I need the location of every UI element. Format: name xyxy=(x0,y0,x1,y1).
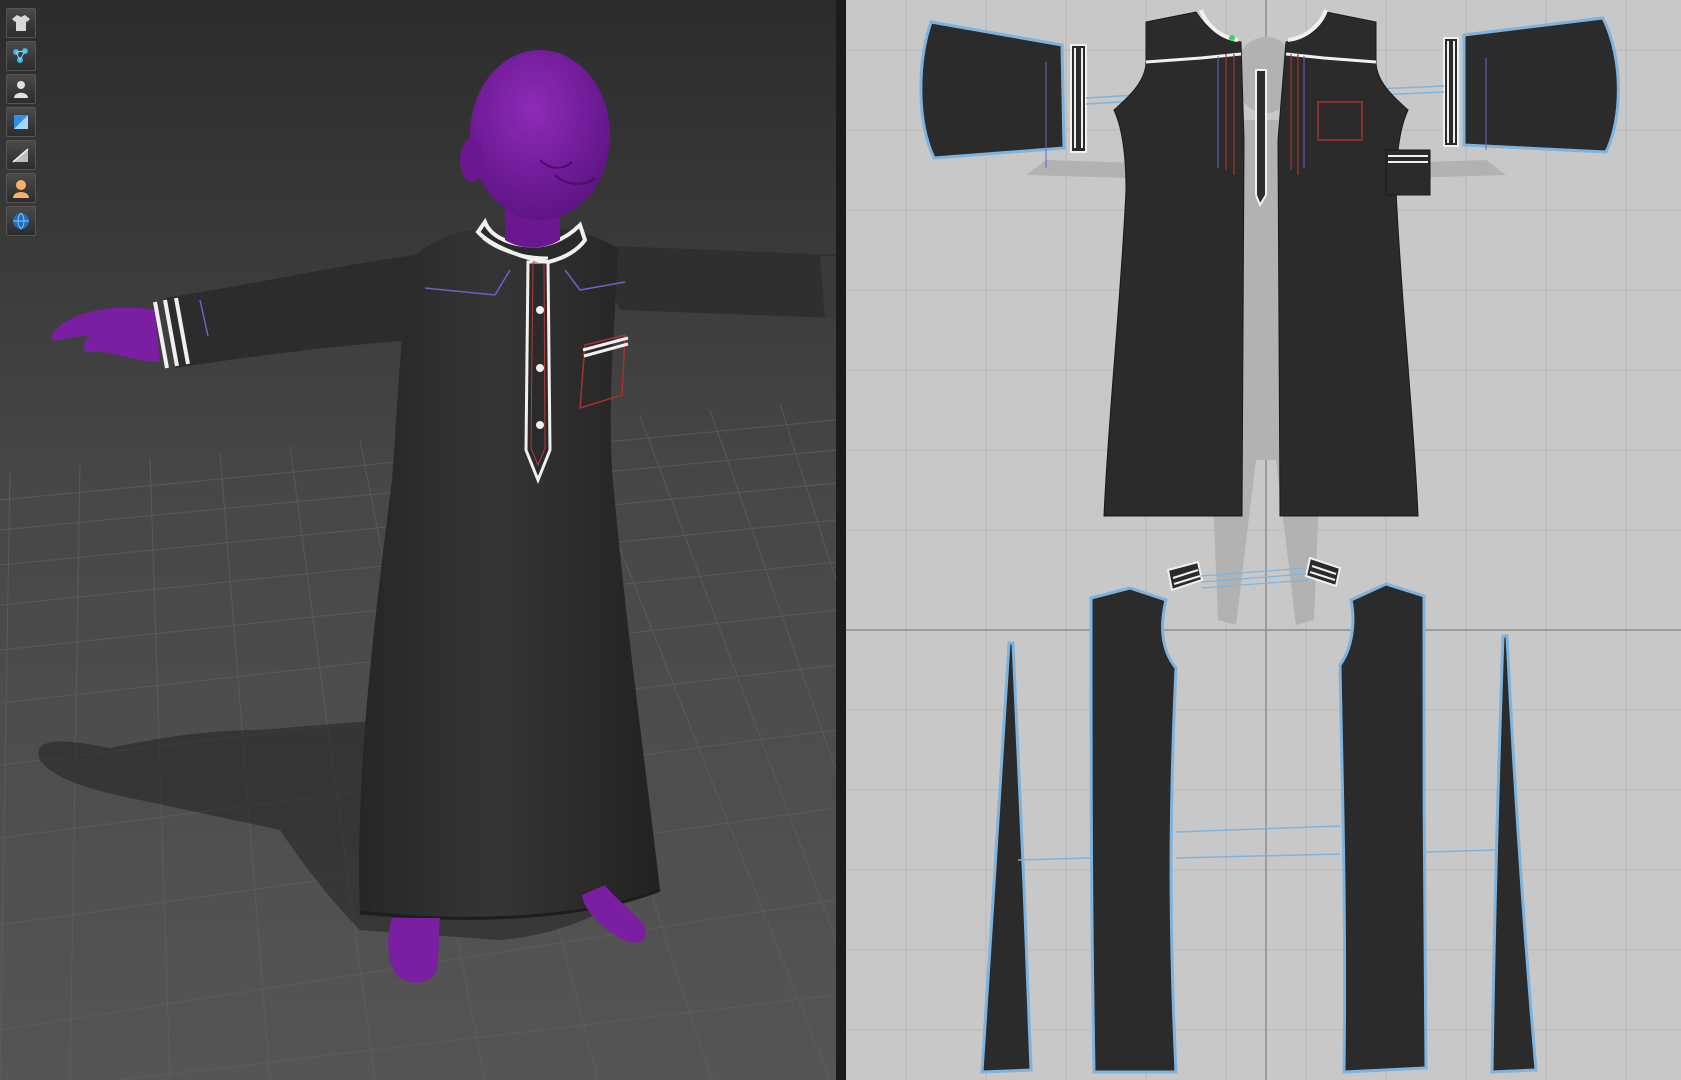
pattern-piece-back-left[interactable] xyxy=(1089,586,1178,1074)
pattern-piece-pocket[interactable] xyxy=(1385,149,1431,196)
garment-display-button[interactable] xyxy=(6,8,36,38)
3d-scene[interactable] xyxy=(0,0,836,1080)
pattern-piece-left-sleeve[interactable] xyxy=(919,20,1087,168)
avatar-head xyxy=(470,50,610,220)
avatar-ear xyxy=(460,138,484,182)
right-arm-sleeve xyxy=(590,245,836,318)
viewport-toolbar xyxy=(6,8,36,236)
left-foot xyxy=(388,918,440,983)
environment-button[interactable] xyxy=(6,206,36,236)
shading-icon xyxy=(12,148,29,163)
view-splitter[interactable] xyxy=(836,0,846,1080)
garment-icon xyxy=(12,15,30,31)
environment-globe-icon xyxy=(13,212,29,230)
avatar-skin-button[interactable] xyxy=(6,173,36,203)
avatar-icon xyxy=(14,81,28,98)
pattern-canvas[interactable] xyxy=(846,0,1681,1080)
pattern-piece-placket[interactable] xyxy=(1255,69,1267,208)
texture-surface-button[interactable] xyxy=(6,107,36,137)
app-window xyxy=(0,0,1681,1080)
particle-distance-button[interactable] xyxy=(6,41,36,71)
2d-pattern-window[interactable] xyxy=(846,0,1681,1080)
particle-distance-icon xyxy=(13,48,28,63)
shading-button[interactable] xyxy=(6,140,36,170)
avatar-skin-icon xyxy=(13,180,29,198)
pattern-piece-right-sleeve[interactable] xyxy=(1443,16,1620,154)
pattern-piece-back-right[interactable] xyxy=(1338,582,1428,1074)
3d-viewport[interactable] xyxy=(0,0,836,1080)
texture-surface-icon xyxy=(14,115,28,129)
avatar-display-button[interactable] xyxy=(6,74,36,104)
